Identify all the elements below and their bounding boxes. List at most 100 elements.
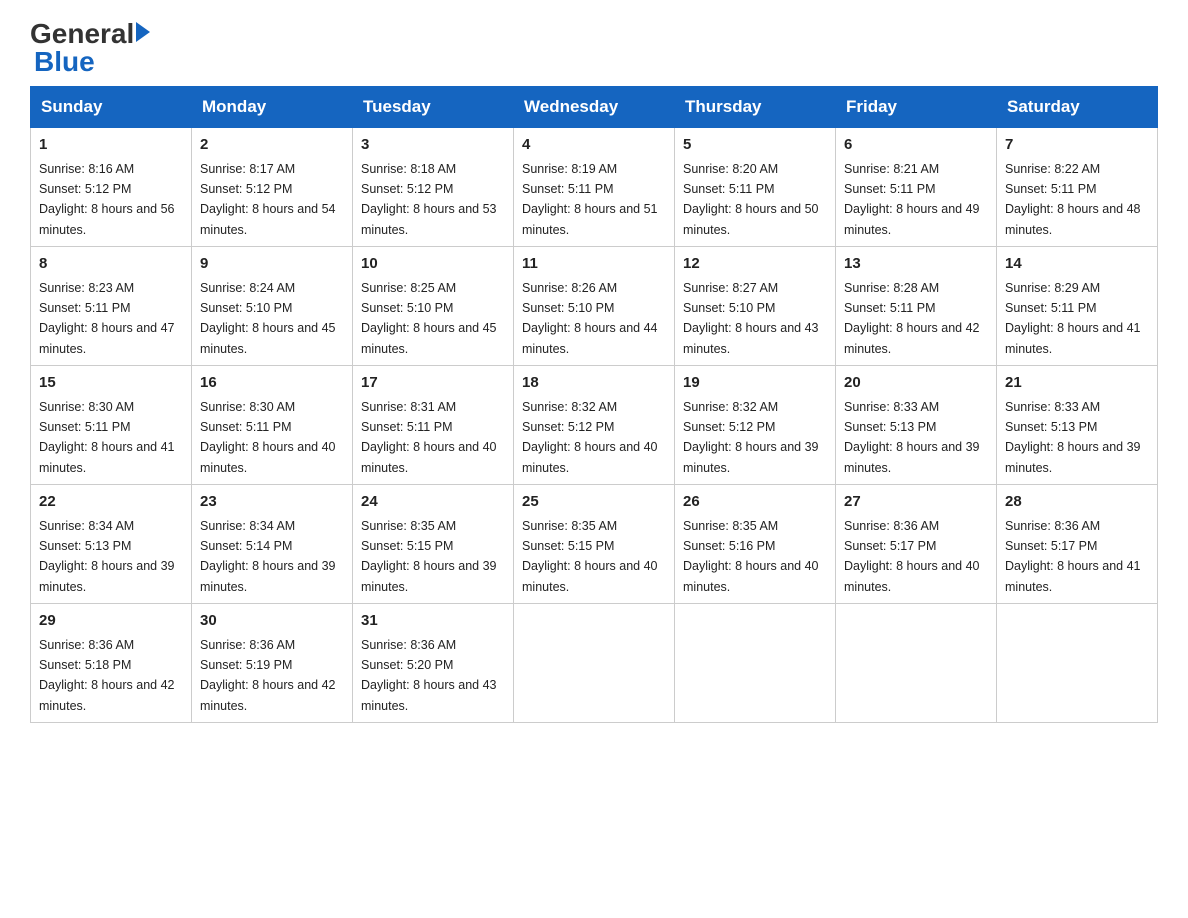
day-number: 2 xyxy=(200,134,344,157)
day-number: 4 xyxy=(522,134,666,157)
day-number: 11 xyxy=(522,253,666,276)
day-cell-7: 7 Sunrise: 8:22 AMSunset: 5:11 PMDaylight… xyxy=(997,128,1158,247)
calendar-table: SundayMondayTuesdayWednesdayThursdayFrid… xyxy=(30,86,1158,723)
day-number: 28 xyxy=(1005,491,1149,514)
day-info: Sunrise: 8:34 AMSunset: 5:14 PMDaylight:… xyxy=(200,519,336,594)
day-cell-2: 2 Sunrise: 8:17 AMSunset: 5:12 PMDaylight… xyxy=(192,128,353,247)
day-info: Sunrise: 8:29 AMSunset: 5:11 PMDaylight:… xyxy=(1005,281,1141,356)
day-cell-10: 10 Sunrise: 8:25 AMSunset: 5:10 PMDayligh… xyxy=(353,247,514,366)
day-number: 16 xyxy=(200,372,344,395)
page-header: General Blue xyxy=(30,20,1158,76)
day-cell-5: 5Sunrise: 8:20 AMSunset: 5:11 PMDaylight… xyxy=(675,128,836,247)
day-info: Sunrise: 8:17 AMSunset: 5:12 PMDaylight:… xyxy=(200,162,336,237)
day-cell-15: 15Sunrise: 8:30 AMSunset: 5:11 PMDayligh… xyxy=(31,366,192,485)
day-info: Sunrise: 8:18 AMSunset: 5:12 PMDaylight:… xyxy=(361,162,497,237)
day-number: 19 xyxy=(683,372,827,395)
day-number: 10 xyxy=(361,253,505,276)
day-number: 9 xyxy=(200,253,344,276)
day-info: Sunrise: 8:36 AMSunset: 5:20 PMDaylight:… xyxy=(361,638,497,713)
day-number: 14 xyxy=(1005,253,1149,276)
day-cell-23: 23 Sunrise: 8:34 AMSunset: 5:14 PMDayligh… xyxy=(192,485,353,604)
weekday-header-thursday: Thursday xyxy=(675,87,836,128)
day-cell-8: 8 Sunrise: 8:23 AMSunset: 5:11 PMDaylight… xyxy=(31,247,192,366)
day-cell-17: 17 Sunrise: 8:31 AMSunset: 5:11 PMDayligh… xyxy=(353,366,514,485)
day-number: 20 xyxy=(844,372,988,395)
day-info: Sunrise: 8:27 AMSunset: 5:10 PMDaylight:… xyxy=(683,281,819,356)
day-cell-20: 20 Sunrise: 8:33 AMSunset: 5:13 PMDayligh… xyxy=(836,366,997,485)
day-info: Sunrise: 8:36 AMSunset: 5:18 PMDaylight:… xyxy=(39,638,175,713)
day-cell-1: 1Sunrise: 8:16 AMSunset: 5:12 PMDaylight… xyxy=(31,128,192,247)
empty-cell xyxy=(997,604,1158,723)
calendar-header-row: SundayMondayTuesdayWednesdayThursdayFrid… xyxy=(31,87,1158,128)
day-info: Sunrise: 8:22 AMSunset: 5:11 PMDaylight:… xyxy=(1005,162,1141,237)
day-number: 24 xyxy=(361,491,505,514)
day-info: Sunrise: 8:26 AMSunset: 5:10 PMDaylight:… xyxy=(522,281,658,356)
day-number: 22 xyxy=(39,491,183,514)
day-number: 6 xyxy=(844,134,988,157)
day-info: Sunrise: 8:33 AMSunset: 5:13 PMDaylight:… xyxy=(844,400,980,475)
logo-arrow-icon xyxy=(136,22,150,42)
day-number: 13 xyxy=(844,253,988,276)
day-info: Sunrise: 8:32 AMSunset: 5:12 PMDaylight:… xyxy=(522,400,658,475)
week-row-2: 8 Sunrise: 8:23 AMSunset: 5:11 PMDaylight… xyxy=(31,247,1158,366)
day-cell-27: 27Sunrise: 8:36 AMSunset: 5:17 PMDayligh… xyxy=(836,485,997,604)
weekday-header-sunday: Sunday xyxy=(31,87,192,128)
day-info: Sunrise: 8:33 AMSunset: 5:13 PMDaylight:… xyxy=(1005,400,1141,475)
day-info: Sunrise: 8:36 AMSunset: 5:17 PMDaylight:… xyxy=(844,519,980,594)
day-number: 18 xyxy=(522,372,666,395)
day-number: 17 xyxy=(361,372,505,395)
day-cell-16: 16Sunrise: 8:30 AMSunset: 5:11 PMDayligh… xyxy=(192,366,353,485)
day-info: Sunrise: 8:35 AMSunset: 5:15 PMDaylight:… xyxy=(522,519,658,594)
day-info: Sunrise: 8:32 AMSunset: 5:12 PMDaylight:… xyxy=(683,400,819,475)
day-cell-25: 25 Sunrise: 8:35 AMSunset: 5:15 PMDayligh… xyxy=(514,485,675,604)
empty-cell xyxy=(675,604,836,723)
day-number: 21 xyxy=(1005,372,1149,395)
empty-cell xyxy=(514,604,675,723)
day-cell-14: 14 Sunrise: 8:29 AMSunset: 5:11 PMDayligh… xyxy=(997,247,1158,366)
day-cell-9: 9 Sunrise: 8:24 AMSunset: 5:10 PMDaylight… xyxy=(192,247,353,366)
day-info: Sunrise: 8:25 AMSunset: 5:10 PMDaylight:… xyxy=(361,281,497,356)
day-number: 12 xyxy=(683,253,827,276)
weekday-header-monday: Monday xyxy=(192,87,353,128)
day-cell-29: 29 Sunrise: 8:36 AMSunset: 5:18 PMDayligh… xyxy=(31,604,192,723)
day-cell-18: 18 Sunrise: 8:32 AMSunset: 5:12 PMDayligh… xyxy=(514,366,675,485)
day-cell-12: 12 Sunrise: 8:27 AMSunset: 5:10 PMDayligh… xyxy=(675,247,836,366)
weekday-header-tuesday: Tuesday xyxy=(353,87,514,128)
week-row-1: 1Sunrise: 8:16 AMSunset: 5:12 PMDaylight… xyxy=(31,128,1158,247)
week-row-4: 22Sunrise: 8:34 AMSunset: 5:13 PMDayligh… xyxy=(31,485,1158,604)
day-info: Sunrise: 8:28 AMSunset: 5:11 PMDaylight:… xyxy=(844,281,980,356)
week-row-5: 29 Sunrise: 8:36 AMSunset: 5:18 PMDayligh… xyxy=(31,604,1158,723)
logo: General Blue xyxy=(30,20,150,76)
weekday-header-wednesday: Wednesday xyxy=(514,87,675,128)
day-cell-28: 28 Sunrise: 8:36 AMSunset: 5:17 PMDayligh… xyxy=(997,485,1158,604)
day-info: Sunrise: 8:16 AMSunset: 5:12 PMDaylight:… xyxy=(39,162,175,237)
day-cell-3: 3 Sunrise: 8:18 AMSunset: 5:12 PMDaylight… xyxy=(353,128,514,247)
day-cell-6: 6 Sunrise: 8:21 AMSunset: 5:11 PMDaylight… xyxy=(836,128,997,247)
day-info: Sunrise: 8:30 AMSunset: 5:11 PMDaylight:… xyxy=(39,400,175,475)
day-info: Sunrise: 8:35 AMSunset: 5:16 PMDaylight:… xyxy=(683,519,819,594)
day-number: 8 xyxy=(39,253,183,276)
day-info: Sunrise: 8:36 AMSunset: 5:17 PMDaylight:… xyxy=(1005,519,1141,594)
logo-blue: Blue xyxy=(34,48,95,76)
day-info: Sunrise: 8:19 AMSunset: 5:11 PMDaylight:… xyxy=(522,162,658,237)
weekday-header-saturday: Saturday xyxy=(997,87,1158,128)
day-cell-31: 31 Sunrise: 8:36 AMSunset: 5:20 PMDayligh… xyxy=(353,604,514,723)
day-cell-4: 4 Sunrise: 8:19 AMSunset: 5:11 PMDaylight… xyxy=(514,128,675,247)
day-number: 29 xyxy=(39,610,183,633)
empty-cell xyxy=(836,604,997,723)
day-number: 5 xyxy=(683,134,827,157)
day-number: 31 xyxy=(361,610,505,633)
day-number: 7 xyxy=(1005,134,1149,157)
day-info: Sunrise: 8:21 AMSunset: 5:11 PMDaylight:… xyxy=(844,162,980,237)
day-info: Sunrise: 8:31 AMSunset: 5:11 PMDaylight:… xyxy=(361,400,497,475)
logo-general: General xyxy=(30,20,134,48)
day-info: Sunrise: 8:35 AMSunset: 5:15 PMDaylight:… xyxy=(361,519,497,594)
day-number: 25 xyxy=(522,491,666,514)
day-number: 23 xyxy=(200,491,344,514)
day-info: Sunrise: 8:36 AMSunset: 5:19 PMDaylight:… xyxy=(200,638,336,713)
day-info: Sunrise: 8:23 AMSunset: 5:11 PMDaylight:… xyxy=(39,281,175,356)
day-number: 30 xyxy=(200,610,344,633)
day-number: 26 xyxy=(683,491,827,514)
day-info: Sunrise: 8:24 AMSunset: 5:10 PMDaylight:… xyxy=(200,281,336,356)
day-number: 3 xyxy=(361,134,505,157)
